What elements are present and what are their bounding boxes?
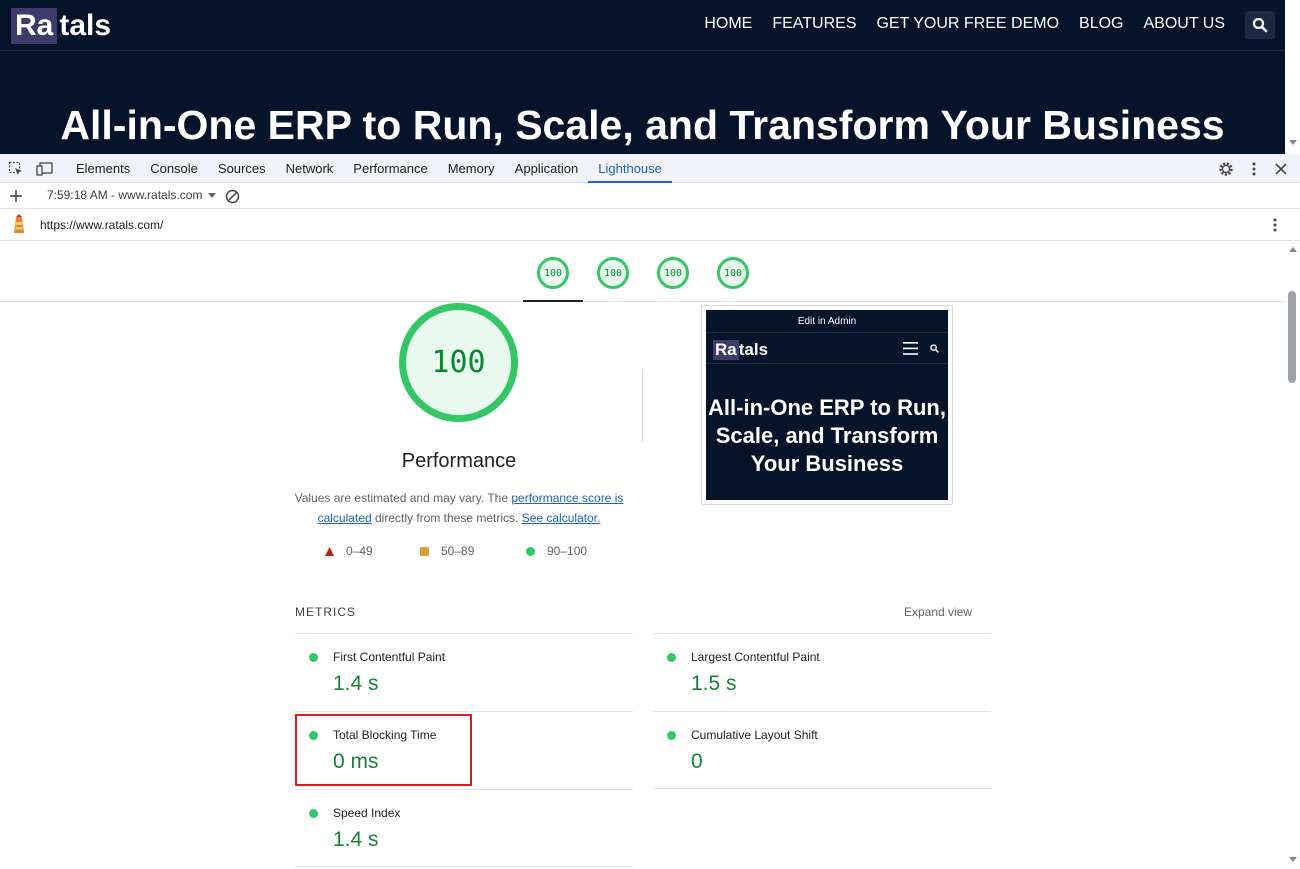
average-square-icon: [420, 546, 429, 556]
devtools-panel: Elements Console Sources Network Perform…: [0, 154, 1300, 869]
pass-circle-icon: [309, 653, 318, 662]
nav-free-demo[interactable]: GET YOUR FREE DEMO: [876, 15, 1059, 33]
report-scrollbar[interactable]: [1285, 241, 1300, 869]
site-logo[interactable]: Ra tals: [11, 8, 111, 44]
summary-gauge-seo[interactable]: 100: [717, 257, 749, 289]
devtools-tabbar: Elements Console Sources Network Perform…: [0, 154, 1300, 183]
thumbnail-logo-box: Ra: [713, 340, 739, 360]
report-selector[interactable]: 7:59:18 AM - www.ratals.com: [47, 188, 217, 202]
annotation-highlight-box: [295, 714, 472, 786]
tab-network[interactable]: Network: [276, 154, 344, 183]
performance-title: Performance: [401, 450, 517, 472]
performance-score-gauge: 100: [399, 303, 518, 422]
thumbnail-logo-rest: tals: [738, 340, 769, 359]
device-toolbar-icon[interactable]: [35, 160, 53, 178]
thumbnail-search-icon: [930, 344, 939, 353]
logo-rest-text: tals: [59, 9, 112, 42]
website-viewport: Ra tals HOME FEATURES GET YOUR FREE DEMO…: [0, 0, 1285, 154]
tab-application[interactable]: Application: [505, 154, 589, 183]
see-calculator-link[interactable]: See calculator.: [522, 511, 601, 525]
summary-gauge-performance[interactable]: 100: [537, 257, 569, 289]
metric-speed-index: Speed Index 1.4 s: [295, 789, 633, 867]
report-menu-icon[interactable]: [1266, 216, 1284, 234]
new-report-plus-icon[interactable]: [7, 187, 25, 205]
summary-gauge-best-practices[interactable]: 100: [657, 257, 689, 289]
thumbnail-logo: Ra tals: [713, 340, 768, 360]
metric-cumulative-layout-shift: Cumulative Layout Shift 0: [653, 711, 991, 789]
thumbnail-hero-text: All-in-One ERP to Run, Scale, and Transf…: [708, 395, 946, 476]
pass-circle-icon: [309, 809, 318, 818]
summary-active-indicator: [523, 300, 583, 302]
tab-lighthouse[interactable]: Lighthouse: [588, 154, 672, 183]
legend-pass: 90–100: [526, 544, 587, 558]
pass-circle-icon: [667, 653, 676, 662]
inspect-element-icon[interactable]: [7, 160, 25, 178]
legend-fail-label: 0–49: [346, 544, 373, 558]
metric-name: Largest Contentful Paint: [691, 650, 820, 664]
metric-value: 1.4 s: [333, 672, 379, 695]
thumbnail-image: Edit in Admin Ra tals All-in-One ERP to …: [706, 310, 948, 500]
legend-average-label: 50–89: [441, 544, 475, 558]
settings-gear-icon[interactable]: [1217, 160, 1235, 178]
site-header: Ra tals HOME FEATURES GET YOUR FREE DEMO…: [0, 0, 1285, 51]
desc-mid: directly from these metrics.: [371, 511, 522, 525]
nav-about-us[interactable]: ABOUT US: [1144, 15, 1226, 33]
report-url-bar: https://www.ratals.com/: [0, 209, 1300, 241]
fail-triangle-icon: [325, 546, 334, 556]
dropdown-caret-icon: [208, 192, 217, 198]
thumbnail-admin-text: Edit in Admin: [797, 316, 857, 327]
nav-features[interactable]: FEATURES: [772, 15, 856, 33]
report-url: https://www.ratals.com/: [40, 218, 164, 232]
scroll-up-arrow-icon[interactable]: [1289, 247, 1297, 252]
tab-console[interactable]: Console: [140, 154, 208, 183]
scroll-down-arrow-icon[interactable]: [1289, 857, 1297, 862]
thumbnail-header: Ra tals: [706, 332, 948, 364]
tab-memory[interactable]: Memory: [438, 154, 505, 183]
page-scrollbar[interactable]: [1285, 0, 1300, 154]
metric-name: Cumulative Layout Shift: [691, 728, 818, 742]
expand-view-toggle[interactable]: Expand view: [904, 605, 972, 619]
desc-prefix: Values are estimated and may vary. The: [294, 491, 512, 505]
category-summary-bar: 100 100 100 100: [0, 241, 1285, 302]
metric-first-contentful-paint: First Contentful Paint 1.4 s: [295, 633, 633, 711]
lighthouse-toolbar: 7:59:18 AM - www.ratals.com: [0, 183, 1300, 209]
close-devtools-icon[interactable]: [1272, 160, 1290, 178]
more-options-icon[interactable]: [1245, 160, 1263, 178]
metric-name: First Contentful Paint: [333, 650, 446, 664]
hero-title: All-in-One ERP to Run, Scale, and Transf…: [60, 102, 1225, 148]
scrollbar-thumb[interactable]: [1288, 291, 1296, 383]
metric-value: 1.5 s: [691, 672, 737, 695]
pass-circle-icon: [526, 546, 535, 556]
report-selector-text: 7:59:18 AM - www.ratals.com: [47, 188, 203, 202]
nav-home[interactable]: HOME: [704, 15, 752, 33]
hamburger-menu-icon: [903, 342, 918, 355]
metrics-heading: METRICS: [295, 605, 356, 619]
metric-largest-contentful-paint: Largest Contentful Paint 1.5 s: [653, 633, 991, 711]
metric-value: 0: [691, 750, 703, 773]
site-nav: HOME FEATURES GET YOUR FREE DEMO BLOG AB…: [704, 15, 1225, 33]
summary-gauge-accessibility[interactable]: 100: [597, 257, 629, 289]
devtools-tabs: Elements Console Sources Network Perform…: [66, 154, 672, 183]
section-divider: [642, 370, 643, 442]
metric-value: 1.4 s: [333, 828, 379, 851]
tab-performance[interactable]: Performance: [343, 154, 437, 183]
nav-blog[interactable]: BLOG: [1079, 15, 1123, 33]
legend-average: 50–89: [420, 544, 526, 558]
lighthouse-logo-icon: [10, 214, 28, 233]
site-search-button[interactable]: [1245, 11, 1275, 39]
final-screenshot-thumbnail[interactable]: Edit in Admin Ra tals All-in-One ERP to …: [701, 305, 953, 505]
metric-name: Speed Index: [333, 806, 401, 820]
scroll-down-arrow-icon[interactable]: [1289, 140, 1297, 145]
tab-sources[interactable]: Sources: [208, 154, 276, 183]
clear-reports-icon[interactable]: [223, 187, 241, 205]
search-icon: [1252, 17, 1268, 33]
tab-elements[interactable]: Elements: [66, 154, 140, 183]
legend-pass-label: 90–100: [547, 544, 588, 558]
score-legend: 0–49 50–89 90–100: [325, 544, 587, 558]
legend-fail: 0–49: [325, 544, 420, 558]
logo-box-text: Ra: [11, 8, 58, 44]
performance-description: Values are estimated and may vary. The p…: [290, 488, 628, 528]
pass-circle-icon: [667, 731, 676, 740]
